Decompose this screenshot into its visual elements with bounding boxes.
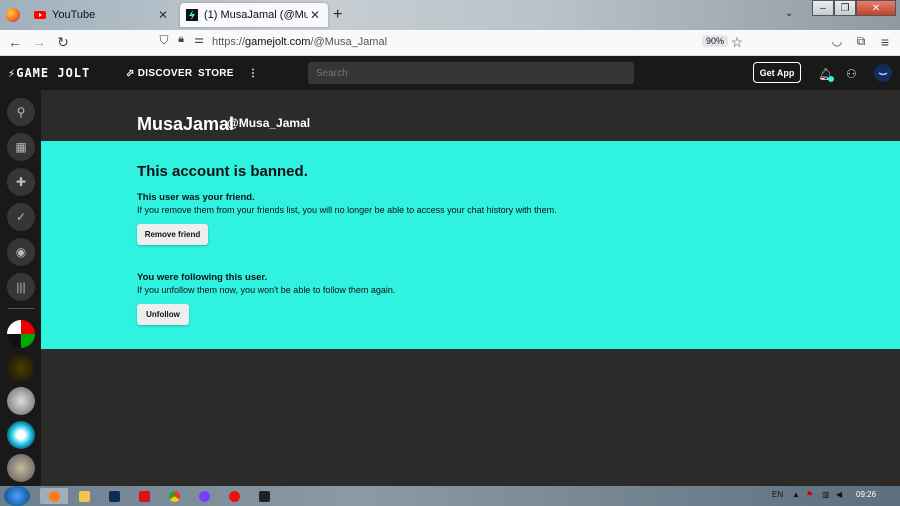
menu-icon[interactable]: ≡ xyxy=(876,34,894,50)
browser-nav-bar: ← → ↻ ⛉ 🔒︎ ⚌ https://gamejolt.com/@Musa_… xyxy=(0,30,900,56)
forward-icon[interactable]: → xyxy=(30,34,48,50)
friend-heading: This user was your friend. xyxy=(137,192,255,203)
community-avatar[interactable] xyxy=(7,320,35,348)
clock[interactable]: 09:26 xyxy=(856,490,876,499)
show-hidden-icons-icon[interactable]: ▲ xyxy=(792,490,800,499)
firefox-taskbar-icon[interactable] xyxy=(40,488,68,504)
language-indicator[interactable]: EN xyxy=(772,490,783,499)
app-taskbar-icon[interactable] xyxy=(250,488,278,504)
activity-icon[interactable]: ⚲ xyxy=(7,98,35,126)
tab-title: YouTube xyxy=(52,9,96,21)
friend-text: If you remove them from your friends lis… xyxy=(137,205,557,215)
action-center-icon[interactable]: ⚑ xyxy=(806,490,813,499)
sidebar-divider xyxy=(8,308,34,309)
discover-link[interactable]: ⬀ DISCOVER xyxy=(126,68,192,79)
acrobat-taskbar-icon[interactable] xyxy=(130,488,158,504)
maximize-icon[interactable]: ❐ xyxy=(834,0,856,16)
url-text[interactable]: https://gamejolt.com/@Musa_Jamal xyxy=(212,36,387,48)
profile-display-name: MusaJamal xyxy=(137,114,235,134)
lock-icon[interactable]: 🔒︎ xyxy=(172,33,190,46)
chat-icon[interactable]: ◉ xyxy=(7,238,35,266)
opera-taskbar-icon[interactable] xyxy=(220,488,248,504)
app-taskbar-icon[interactable] xyxy=(190,488,218,504)
unfollow-button[interactable]: Unfollow xyxy=(137,304,189,325)
list-tabs-icon[interactable]: ⌄ xyxy=(785,8,793,19)
user-avatar[interactable] xyxy=(874,64,892,82)
get-app-button[interactable]: Get App xyxy=(753,62,801,83)
left-sidebar: ⚲ ▦ ✚ ✓ ◉ ||| xyxy=(0,90,41,486)
window-controls: – ❐ ✕ xyxy=(812,0,896,16)
site-header: ⚡GAME JOLT ⬀ DISCOVER STORE ⋮ Get App 🔔︎… xyxy=(0,56,900,90)
gamejolt-icon xyxy=(186,9,198,21)
remove-friend-button[interactable]: Remove friend xyxy=(137,224,208,245)
firefox-icon[interactable] xyxy=(6,8,20,22)
reload-icon[interactable]: ↻ xyxy=(54,34,72,51)
os-taskbar: EN ▲ ⚑ ▥ ◀ 09:26 xyxy=(0,486,900,506)
zoom-level[interactable]: 90% xyxy=(702,35,729,47)
minimize-icon[interactable]: – xyxy=(812,0,834,16)
explorer-taskbar-icon[interactable] xyxy=(70,488,98,504)
close-window-icon[interactable]: ✕ xyxy=(856,0,896,16)
shield-icon[interactable]: ⛉ xyxy=(155,33,173,48)
friends-icon[interactable]: ⚇ xyxy=(846,67,857,81)
permissions-icon[interactable]: ⚌ xyxy=(190,33,208,46)
store-icon[interactable]: ▦ xyxy=(7,133,35,161)
extensions-icon[interactable]: ⧉ xyxy=(852,34,870,49)
search-input[interactable] xyxy=(308,62,634,84)
network-icon[interactable]: ▥ xyxy=(822,490,830,499)
library-icon[interactable]: ||| xyxy=(7,273,35,301)
main-content: MusaJamal @Musa_Jamal This account is ba… xyxy=(41,90,900,486)
pocket-icon[interactable]: ◡ xyxy=(828,34,846,48)
avatar-face-icon xyxy=(878,72,888,76)
chrome-taskbar-icon[interactable] xyxy=(160,488,188,504)
tab-title: (1) MusaJamal (@Musa_Jamal) xyxy=(204,9,308,21)
browser-tab-strip: YouTube ✕ (1) MusaJamal (@Musa_Jamal) ✕ … xyxy=(0,0,900,30)
site-logo[interactable]: ⚡GAME JOLT xyxy=(8,66,90,80)
community-avatar[interactable] xyxy=(7,454,35,482)
community-avatar[interactable] xyxy=(7,387,35,415)
community-avatar[interactable] xyxy=(7,421,35,449)
photoshop-taskbar-icon[interactable] xyxy=(100,488,128,504)
youtube-icon xyxy=(34,11,46,19)
notification-dot xyxy=(828,76,834,82)
close-tab-icon[interactable]: ✕ xyxy=(308,8,322,22)
new-tab-button[interactable]: + xyxy=(333,6,342,24)
tab-gamejolt[interactable]: (1) MusaJamal (@Musa_Jamal) ✕ xyxy=(180,3,328,27)
url-bar[interactable]: ⛉ 🔒︎ ⚌ https://gamejolt.com/@Musa_Jamal xyxy=(150,32,750,54)
more-menu-icon[interactable]: ⋮ xyxy=(248,68,258,79)
follow-heading: You were following this user. xyxy=(137,272,268,283)
bookmark-star-icon[interactable]: ☆ xyxy=(728,34,746,51)
close-tab-icon[interactable]: ✕ xyxy=(156,8,170,22)
profile-username: @Musa_Jamal xyxy=(227,116,311,130)
tab-youtube[interactable]: YouTube ✕ xyxy=(28,3,176,27)
banned-notice: This account is banned. This user was yo… xyxy=(41,141,900,349)
back-icon[interactable]: ← xyxy=(6,34,24,50)
community-avatar[interactable] xyxy=(7,354,35,382)
store-link[interactable]: STORE xyxy=(198,68,234,79)
quests-icon[interactable]: ✓ xyxy=(7,203,35,231)
banned-title: This account is banned. xyxy=(137,163,308,180)
start-button[interactable] xyxy=(4,486,30,506)
volume-icon[interactable]: ◀ xyxy=(836,490,842,499)
follow-text: If you unfollow them now, you won't be a… xyxy=(137,285,396,295)
inventory-icon[interactable]: ✚ xyxy=(7,168,35,196)
